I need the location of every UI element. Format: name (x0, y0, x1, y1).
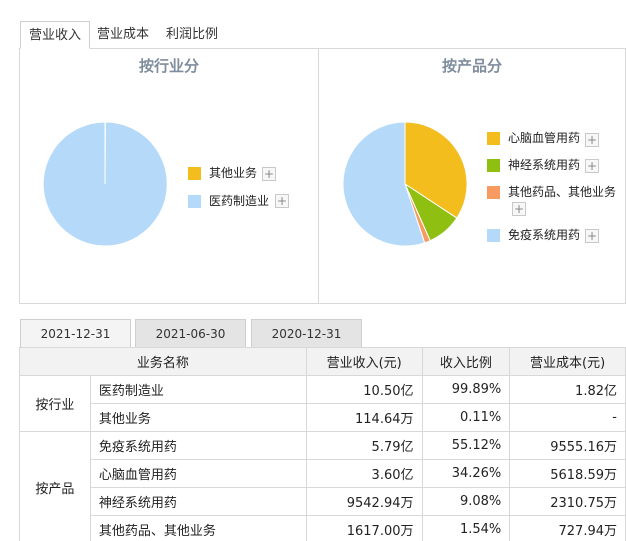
date-tab-2021-12-31[interactable]: 2021-12-31 (20, 319, 131, 348)
group-label-product: 按产品 (19, 431, 91, 541)
row-cost: 2310.75万 (509, 487, 626, 516)
header-cost: 营业成本(元) (509, 347, 626, 376)
date-tabs: 2021-12-31 2021-06-30 2020-12-31 (20, 319, 626, 348)
row-name: 其他药品、其他业务 (89, 515, 307, 541)
chart-panel: 按行业分 按产品分 其他业务 + 医药制造业 + 心脑血管用药 + 神经系统用药… (19, 48, 626, 304)
row-cost: 1.82亿 (509, 375, 626, 404)
top-tabs: 营业收入 营业成本 利润比例 (20, 21, 626, 49)
row-revenue: 9542.94万 (305, 487, 423, 516)
tab-revenue[interactable]: 营业收入 (20, 21, 91, 49)
date-tab-2020-12-31[interactable]: 2020-12-31 (251, 319, 362, 348)
row-cost: 5618.59万 (509, 459, 626, 488)
table-row: 按行业 医药制造业 10.50亿 99.89% 1.82亿 (19, 375, 626, 432)
row-cost: - (509, 403, 626, 432)
row-name: 免疫系统用药 (89, 431, 307, 460)
row-ratio: 1.54% (421, 515, 511, 541)
table-row: 其他业务 114.64万 0.11% - (20, 403, 626, 432)
header-revenue: 营业收入(元) (305, 347, 423, 376)
product-chart-title: 按产品分 (441, 57, 502, 75)
row-cost: 9555.16万 (509, 431, 626, 460)
industry-chart-title: 按行业分 (138, 57, 199, 75)
table-header-row: 业务名称 营业收入(元) 收入比例 营业成本(元) (19, 347, 626, 376)
expand-plus-icon[interactable]: + (512, 202, 526, 216)
tab-profit-ratio[interactable]: 利润比例 (158, 21, 226, 49)
legend-label: 医药制造业 (209, 194, 270, 208)
row-name: 医药制造业 (89, 375, 307, 404)
table-row: 按产品 免疫系统用药 5.79亿 55.12% 9555.16万 (19, 431, 626, 541)
legend-swatch (487, 186, 500, 199)
row-ratio: 9.08% (421, 487, 511, 516)
row-ratio: 55.12% (421, 431, 511, 460)
expand-plus-icon[interactable]: + (585, 159, 599, 173)
legend-label: 心脑血管用药 (508, 131, 581, 145)
legend-swatch (487, 159, 500, 172)
row-revenue: 5.79亿 (305, 431, 423, 460)
row-revenue: 10.50亿 (305, 375, 423, 404)
legend-swatch (487, 229, 500, 242)
legend-label: 其他业务 (209, 166, 258, 180)
legend-swatch (188, 195, 201, 208)
expand-plus-icon[interactable]: + (275, 194, 289, 208)
expand-plus-icon[interactable]: + (262, 167, 276, 181)
legend-swatch (487, 132, 500, 145)
row-ratio: 34.26% (421, 459, 511, 488)
row-revenue: 3.60亿 (305, 459, 423, 488)
header-business-name: 业务名称 (19, 347, 307, 376)
table-row: 其他药品、其他业务 1617.00万 1.54% 727.94万 (20, 515, 626, 541)
pie-slice-1[interactable] (42, 121, 168, 247)
row-revenue: 114.64万 (305, 403, 423, 432)
tab-cost[interactable]: 营业成本 (89, 21, 157, 49)
row-revenue: 1617.00万 (305, 515, 423, 541)
header-revenue-ratio: 收入比例 (421, 347, 511, 376)
row-name: 神经系统用药 (89, 487, 307, 516)
legend-label: 免疫系统用药 (508, 228, 581, 242)
legend-label: 神经系统用药 (508, 158, 581, 172)
group-label-industry: 按行业 (19, 375, 91, 432)
row-cost: 727.94万 (509, 515, 626, 541)
date-tab-2021-06-30[interactable]: 2021-06-30 (135, 319, 246, 348)
panel-divider (318, 49, 319, 303)
table-row: 心脑血管用药 3.60亿 34.26% 5618.59万 (20, 459, 626, 488)
row-name: 心脑血管用药 (89, 459, 307, 488)
legend-label: 其他药品、其他业务 (508, 185, 617, 199)
row-ratio: 0.11% (421, 403, 511, 432)
row-name: 其他业务 (89, 403, 307, 432)
legend-swatch (188, 167, 201, 180)
product-pie-chart (342, 121, 468, 247)
table-row: 神经系统用药 9542.94万 9.08% 2310.75万 (20, 487, 626, 516)
expand-plus-icon[interactable]: + (585, 229, 599, 243)
revenue-table: 业务名称 营业收入(元) 收入比例 营业成本(元) 按行业 医药制造业 10.5… (19, 347, 626, 541)
industry-pie-chart (42, 121, 168, 247)
expand-plus-icon[interactable]: + (585, 133, 599, 147)
row-ratio: 99.89% (421, 375, 511, 404)
